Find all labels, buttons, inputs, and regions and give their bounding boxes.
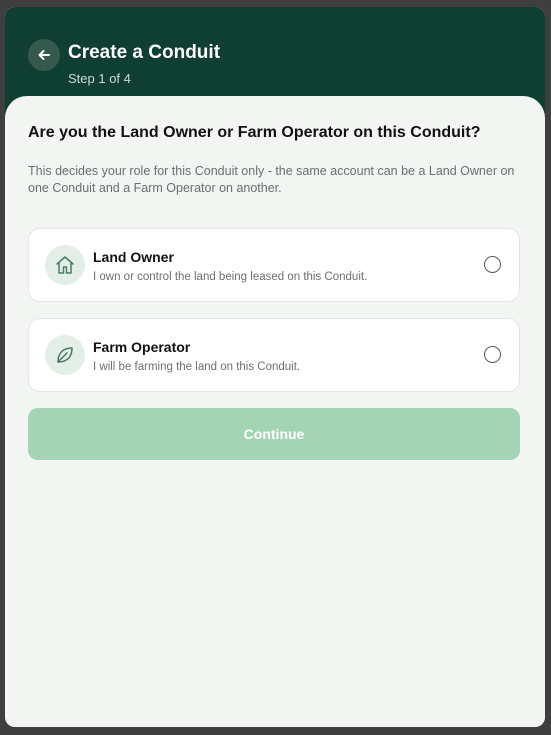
- option-subtitle: I own or control the land being leased o…: [93, 271, 368, 283]
- arrow-left-icon: [38, 50, 50, 60]
- role-description: This decides your role for this Conduit …: [28, 164, 515, 195]
- land-owner-radio[interactable]: [484, 256, 501, 273]
- question-heading: Are you the Land Owner or Farm Operator …: [28, 124, 481, 141]
- house-icon: [45, 245, 85, 285]
- option-land-owner[interactable]: Land Owner I own or control the land bei…: [28, 228, 520, 302]
- option-subtitle: I will be farming the land on this Condu…: [93, 361, 301, 373]
- page-title: Create a Conduit: [68, 42, 221, 63]
- app-window: Create a Conduit Step 1 of 4 Are you the…: [5, 7, 545, 727]
- content-sheet: Are you the Land Owner or Farm Operator …: [5, 96, 545, 727]
- back-button[interactable]: [28, 39, 60, 71]
- option-title: Land Owner: [93, 249, 174, 265]
- leaf-icon: [45, 335, 85, 375]
- option-farm-operator[interactable]: Farm Operator I will be farming the land…: [28, 318, 520, 392]
- farm-operator-radio[interactable]: [484, 346, 501, 363]
- step-indicator: Step 1 of 4: [68, 71, 131, 86]
- option-title: Farm Operator: [93, 339, 191, 355]
- continue-button[interactable]: Continue: [28, 408, 520, 460]
